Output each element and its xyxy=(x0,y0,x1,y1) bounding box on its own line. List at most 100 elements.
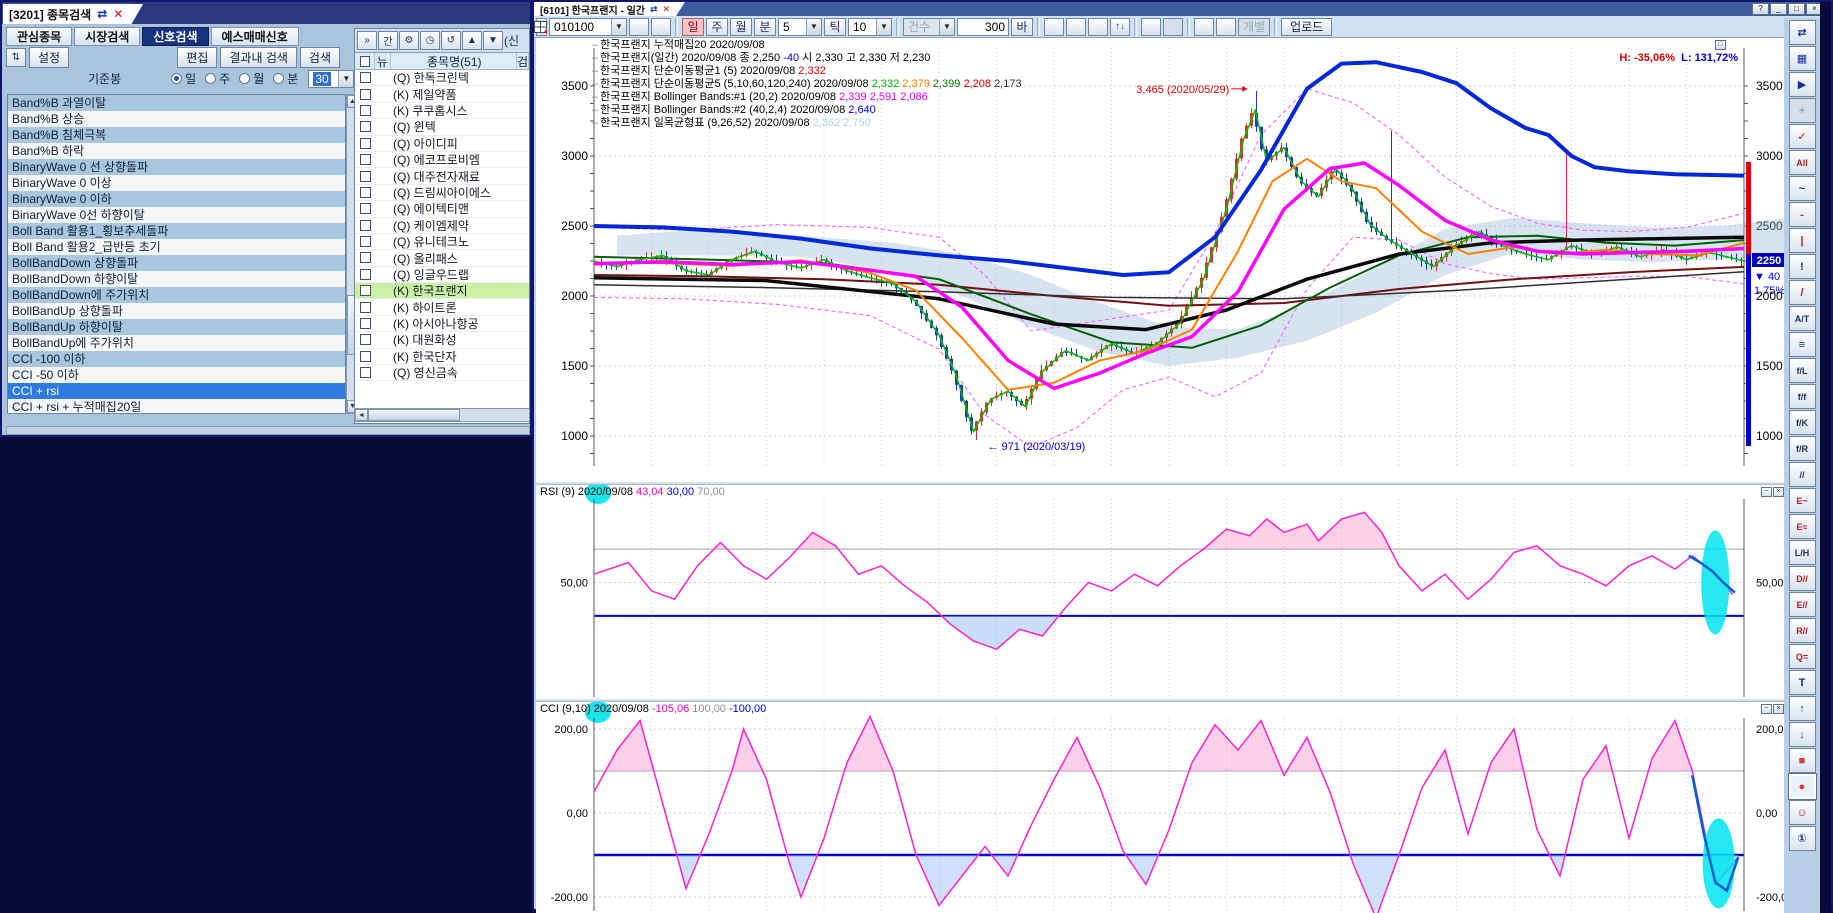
upload-button[interactable]: 업로드 xyxy=(1281,18,1332,36)
swap-icon[interactable]: ⇄ xyxy=(650,4,658,15)
price-marker-icon[interactable]: ! xyxy=(1789,254,1816,279)
chevron-down-icon[interactable]: ▼ xyxy=(876,19,891,35)
condition-item[interactable]: BollBandUp 상향돌파 xyxy=(8,303,345,319)
fibo-ratio-icon[interactable]: f/R xyxy=(1789,436,1816,461)
search-in-results-button[interactable]: 결과내 검색 xyxy=(220,47,297,68)
condition-item[interactable]: CCI -50 이하 xyxy=(8,367,345,383)
stock-toolbar-icon-5[interactable]: ▲ xyxy=(462,31,482,50)
period-radio-분[interactable]: 분 xyxy=(273,70,298,87)
volume-bars-icon[interactable] xyxy=(1088,18,1108,36)
multi-lines-icon[interactable]: ≡ xyxy=(1789,332,1816,357)
scroll-left-icon[interactable]: ◄ xyxy=(355,409,368,421)
erase-all-icon[interactable]: All xyxy=(1789,150,1816,175)
stock-row[interactable]: (Q) 유니테크노 xyxy=(355,234,529,250)
stock-checkbox[interactable] xyxy=(360,269,371,280)
stock-row[interactable]: (Q) 윈텍 xyxy=(355,119,529,135)
search-button[interactable]: 검색 xyxy=(300,47,340,68)
stock-row[interactable]: (Q) 대주전자재료 xyxy=(355,168,529,184)
chevron-down-icon[interactable]: ▼ xyxy=(806,19,821,35)
settings-button[interactable]: 설정 xyxy=(29,47,69,68)
elliott-wave2-icon[interactable]: E≈ xyxy=(1789,514,1816,539)
pattern-d-icon[interactable]: D// xyxy=(1789,566,1816,591)
stock-row[interactable]: (K) 대원화성 xyxy=(355,332,529,348)
stock-toolbar-icon-2[interactable]: ⚙ xyxy=(399,31,419,50)
condition-item[interactable]: Boll Band 활용1_횡보추세돌파 xyxy=(8,223,345,239)
stock-row[interactable]: (Q) 드림씨아이에스 xyxy=(355,185,529,201)
stock-checkbox[interactable] xyxy=(360,187,371,198)
trend-chart-icon[interactable]: ~ xyxy=(1789,176,1816,201)
pane-maximize-icon[interactable]: □ xyxy=(1715,40,1726,50)
stock-checkbox[interactable] xyxy=(360,334,371,345)
stock-row[interactable]: (Q) 한독크린텍 xyxy=(355,70,529,86)
arrow-up-icon[interactable]: ↑ xyxy=(1789,696,1816,721)
close-icon[interactable]: ✕ xyxy=(663,4,671,15)
rsi-panel[interactable]: 50,0050,00 xyxy=(536,485,1788,699)
condition-item[interactable]: BinaryWave 0 선 상향돌파 xyxy=(8,159,345,175)
cci-close-icon[interactable]: × xyxy=(1773,704,1784,714)
sort-icon[interactable]: ⇅ xyxy=(6,48,26,67)
horizontal-line-icon[interactable]: - xyxy=(1789,202,1816,227)
vertical-line-icon[interactable]: | xyxy=(1789,228,1816,253)
cci-panel[interactable]: 200,00200,000,000,00-200,00-200,00 xyxy=(536,702,1788,913)
minute-combo[interactable]: 30 ▼ xyxy=(308,70,354,88)
period-radio-월[interactable]: 월 xyxy=(239,70,264,87)
elliott-wave1-icon[interactable]: E~ xyxy=(1789,488,1816,513)
condition-item[interactable]: CCI -100 이하 xyxy=(8,351,345,367)
smiley-mark-icon[interactable]: ☺ xyxy=(1789,800,1816,825)
stock-checkbox[interactable] xyxy=(360,171,371,182)
minute-combo[interactable]: 5 ▼ xyxy=(778,18,822,36)
number-mark-icon[interactable]: ① xyxy=(1789,826,1816,851)
select-all-checkbox[interactable] xyxy=(360,56,370,67)
stock-checkbox[interactable] xyxy=(360,203,371,214)
swap-icon[interactable]: ⇄ xyxy=(97,7,107,21)
condition-item[interactable]: Band%B 침체극복 xyxy=(8,127,345,143)
stock-checkbox[interactable] xyxy=(360,252,371,263)
circle-mark-icon[interactable]: ● xyxy=(1789,774,1816,799)
arrow-down-icon[interactable]: ↓ xyxy=(1789,722,1816,747)
stock-code-combo[interactable]: 010100 ▼ xyxy=(549,18,627,36)
chevron-down-icon[interactable]: ▼ xyxy=(338,71,353,87)
chart-title-tab[interactable]: [6101] 한국프랜지 - 일간 ⇄ ✕ xyxy=(534,2,676,16)
rsi-minimize-icon[interactable]: − xyxy=(1761,487,1772,497)
condition-item[interactable]: BinaryWave 0 이상 xyxy=(8,175,345,191)
condition-item[interactable]: Band%B 과열이탈 xyxy=(8,95,345,111)
edit-button[interactable]: 편집 xyxy=(177,47,217,68)
stock-hscrollbar[interactable]: ◄ xyxy=(354,408,530,422)
period-button-주[interactable]: 주 xyxy=(706,18,728,36)
condition-item[interactable]: BollBandUp 하향이탈 xyxy=(8,319,345,335)
stock-row[interactable]: (K) 쿠쿠홈시스 xyxy=(355,103,529,119)
grid-layout-icon[interactable] xyxy=(1216,18,1236,36)
search-icon[interactable] xyxy=(629,18,649,36)
low-high-icon[interactable]: L/H xyxy=(1789,540,1816,565)
fibo-arc-icon[interactable]: f/K xyxy=(1789,410,1816,435)
stock-toolbar-icon-6[interactable]: ▼ xyxy=(483,31,503,50)
stock-checkbox[interactable] xyxy=(360,351,371,362)
condition-item[interactable]: CCI + rsi + 누적매집20일 xyxy=(8,399,345,414)
updown-arrows-icon[interactable]: ↑↓ xyxy=(1110,18,1130,36)
window-button-_[interactable]: _ xyxy=(1770,3,1787,15)
stock-row[interactable]: (K) 하이트론 xyxy=(355,299,529,315)
fibo-retracement-icon[interactable]: f/L xyxy=(1789,358,1816,383)
stock-checkbox[interactable] xyxy=(360,318,371,329)
tab-예스매매신호[interactable]: 예스매매신호 xyxy=(211,27,299,46)
stock-checkbox[interactable] xyxy=(360,89,371,100)
window-button-□[interactable]: □ xyxy=(1788,3,1805,15)
doc-save-icon[interactable]: D xyxy=(1141,18,1161,36)
stock-toolbar-icon-1[interactable]: 간 xyxy=(378,31,398,50)
search-jump-icon[interactable] xyxy=(651,18,671,36)
diagonal-line-icon[interactable]: / xyxy=(1789,280,1816,305)
stock-checkbox[interactable] xyxy=(360,138,371,149)
condition-item[interactable]: BollBandUp에 주가위치 xyxy=(8,335,345,351)
condition-item[interactable]: BollBandDown에 주가위치 xyxy=(8,287,345,303)
stock-row[interactable]: (K) 한국단자 xyxy=(355,349,529,365)
tick-button[interactable]: 틱 xyxy=(824,18,846,36)
chart-grid-icon[interactable]: ▦ xyxy=(1789,46,1816,71)
stock-row[interactable]: (Q) 케이엠제약 xyxy=(355,218,529,234)
stock-row[interactable]: (Q) 영신금속 xyxy=(355,365,529,381)
condition-item[interactable]: Band%B 상승 xyxy=(8,111,345,127)
tick-combo[interactable]: 10 ▼ xyxy=(848,18,892,36)
period-button-일[interactable]: 일 xyxy=(682,18,704,36)
volume-signal-icon[interactable] xyxy=(1066,18,1086,36)
period-radio-주[interactable]: 주 xyxy=(205,70,230,87)
condition-item[interactable]: Band%B 하락 xyxy=(8,143,345,159)
